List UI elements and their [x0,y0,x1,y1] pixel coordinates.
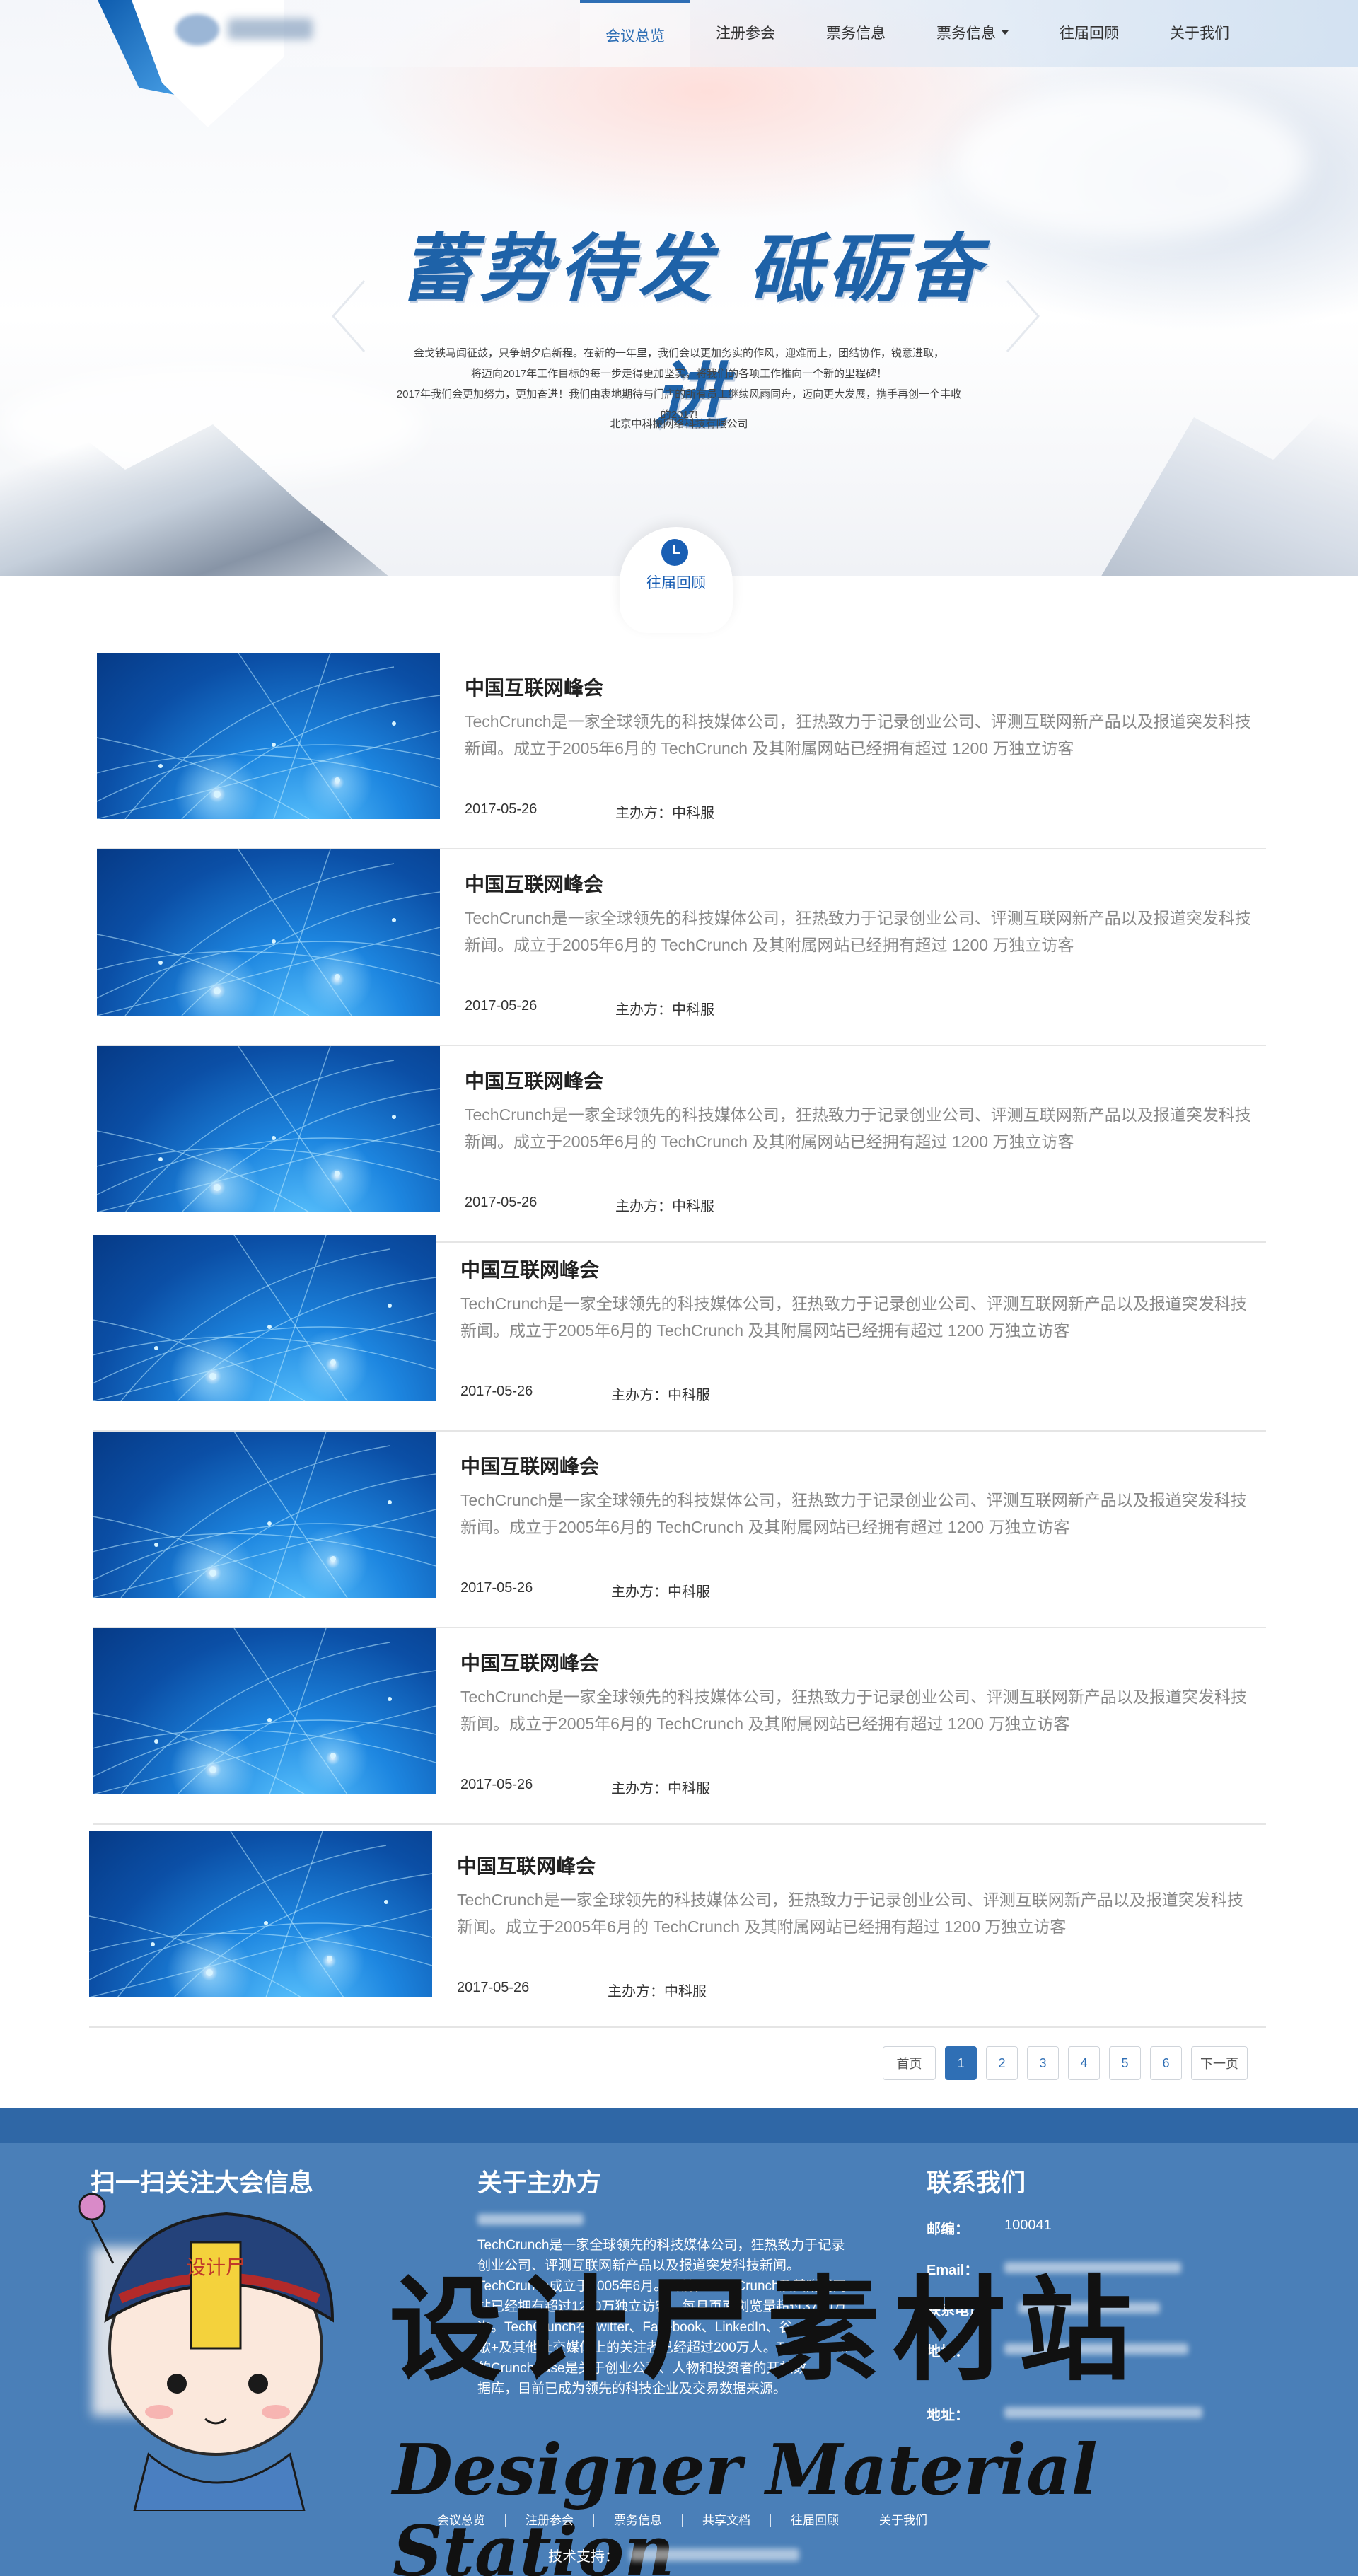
event-date: 2017-05-26 [460,1383,533,1399]
main-nav: 会议总览 注册参会 票务信息 票务信息 往届回顾 关于我们 [580,0,1255,67]
hero-description: 金戈铁马闻征鼓，只争朝夕启新程。在新的一年里，我们会以更加务实的作风，迎难而上，… [396,343,962,425]
pagination-first-button[interactable]: 首页 [883,2046,936,2080]
contact-title: 联系我们 [927,2169,1026,2197]
clock-icon [661,539,688,566]
tech-support-value [629,2548,799,2561]
logo-text[interactable] [228,18,313,40]
event-thumbnail[interactable] [93,1628,436,1794]
pagination: 首页 1 2 3 4 5 6 下一页 [883,2046,1248,2080]
event-organizer: 主办方：中科服 [611,1781,710,1797]
event-description: TechCrunch是一家全球领先的科技媒体公司，狂热致力于记录创业公司、评测互… [465,1106,1251,1151]
event-organizer: 主办方：中科服 [611,1584,710,1600]
watermark-text: 设计尸素材站 [389,2263,1145,2396]
hero-description-line: 金戈铁马闻征鼓，只争朝夕启新程。在新的一年里，我们会以更加务实的作风，迎难而上，… [413,347,944,359]
hero-description-line: 将迈向2017年工作目标的每一步走得更加坚实，将我们的各项工作推向一个新的里程碑… [470,368,888,380]
footer-links: 会议总览 注册参会 票务信息 共享文档 往届回顾 关于我们 [417,2514,947,2527]
logo-ribbon [98,0,284,127]
pagination-page-button[interactable]: 5 [1109,2046,1141,2080]
pagination-page-button[interactable]: 3 [1027,2046,1059,2080]
event-date: 2017-05-26 [460,1580,533,1596]
event-description: TechCrunch是一家全球领先的科技媒体公司，狂热致力于记录创业公司、评测互… [465,712,1251,758]
event-date: 2017-05-26 [465,1195,538,1210]
list-item[interactable]: 中国互联网峰会 TechCrunch是一家全球领先的科技媒体公司，狂热致力于记录创… [97,1046,1266,1243]
event-title[interactable]: 中国互联网峰会 [465,673,603,701]
event-date: 2017-05-26 [465,801,538,817]
watermark-text-en: Designer Material Station [393,2430,1098,2576]
list-item[interactable]: 中国互联网峰会 TechCrunch是一家全球领先的科技媒体公司，狂热致力于记录创… [93,1432,1266,1628]
pagination-next-button[interactable]: 下一页 [1191,2046,1248,2080]
postcode-label: 邮编： [927,2222,969,2237]
event-date: 2017-05-26 [457,1980,530,1995]
footer-link[interactable]: 注册参会 [506,2514,594,2527]
footer-top-band [0,2108,1358,2143]
event-thumbnail[interactable] [97,849,440,1016]
event-organizer: 主办方：中科服 [615,806,714,821]
list-item[interactable]: 中国互联网峰会 TechCrunch是一家全球领先的科技媒体公司，狂热致力于记录创… [93,1628,1266,1825]
pagination-page-button[interactable]: 2 [986,2046,1018,2080]
hero-slogan: 蓄势待发 砥砺奋进 [400,225,987,439]
event-thumbnail[interactable] [89,1831,432,1997]
chevron-left-icon[interactable] [329,277,368,355]
event-description: TechCrunch是一家全球领先的科技媒体公司，狂热致力于记录创业公司、评测互… [460,1294,1247,1340]
logo-icon[interactable] [175,14,219,45]
list-item[interactable]: 中国互联网峰会 TechCrunch是一家全球领先的科技媒体公司，狂热致力于记录创… [97,849,1266,1046]
pagination-page-button[interactable]: 4 [1068,2046,1100,2080]
list-item[interactable]: 中国互联网峰会 TechCrunch是一家全球领先的科技媒体公司，狂热致力于记录创… [97,653,1266,849]
postcode-value: 100041 [1004,2217,1052,2233]
footer-link[interactable]: 会议总览 [417,2514,506,2527]
mascot-badge-text: 设计尸 [186,2256,245,2278]
address-label-2: 地址： [927,2408,969,2423]
event-title[interactable]: 中国互联网峰会 [457,1851,596,1879]
pagination-page-button[interactable]: 1 [945,2046,977,2080]
event-organizer: 主办方：中科服 [615,1002,714,1018]
event-organizer: 主办方：中科服 [615,1199,714,1214]
footer-link[interactable]: 共享文档 [683,2514,771,2527]
event-thumbnail[interactable] [97,653,440,819]
about-title: 关于主办方 [477,2169,602,2197]
footer-link[interactable]: 关于我们 [859,2514,947,2527]
mascot-illustration: 设计尸 [78,2193,335,2511]
nav-item-tickets-dropdown[interactable]: 票务信息 [911,0,1034,65]
caret-down-icon [1002,30,1009,35]
tech-support-label: 技术支持： [548,2549,619,2565]
nav-item-register[interactable]: 注册参会 [690,0,801,65]
event-title[interactable]: 中国互联网峰会 [465,1066,603,1094]
nav-item-about[interactable]: 关于我们 [1144,0,1255,65]
section-badge-label: 往届回顾 [646,575,706,591]
nav-item-overview[interactable]: 会议总览 [580,0,690,67]
event-description: TechCrunch是一家全球领先的科技媒体公司，狂热致力于记录创业公司、评测互… [457,1891,1243,1936]
event-thumbnail[interactable] [97,1046,440,1212]
event-title[interactable]: 中国互联网峰会 [460,1255,599,1283]
chevron-right-icon[interactable] [1003,277,1043,355]
nav-item-review[interactable]: 往届回顾 [1034,0,1144,65]
event-description: TechCrunch是一家全球领先的科技媒体公司，狂热致力于记录创业公司、评测互… [460,1688,1247,1733]
list-item[interactable]: 中国互联网峰会 TechCrunch是一家全球领先的科技媒体公司，狂热致力于记录创… [93,1235,1266,1432]
footer-link[interactable]: 往届回顾 [771,2514,859,2527]
event-date: 2017-05-26 [460,1777,533,1792]
pagination-page-button[interactable]: 6 [1150,2046,1182,2080]
footer-link[interactable]: 票务信息 [594,2514,683,2527]
event-description: TechCrunch是一家全球领先的科技媒体公司，狂热致力于记录创业公司、评测互… [460,1491,1247,1536]
event-thumbnail[interactable] [93,1432,436,1598]
event-thumbnail[interactable] [93,1235,436,1401]
event-organizer: 主办方：中科服 [608,1984,707,2000]
event-title[interactable]: 中国互联网峰会 [460,1451,599,1480]
event-organizer: 主办方：中科服 [611,1388,710,1403]
list-item[interactable]: 中国互联网峰会 TechCrunch是一家全球领先的科技媒体公司，狂热致力于记录创… [89,1831,1266,2028]
event-title[interactable]: 中国互联网峰会 [465,869,603,898]
nav-item-tickets[interactable]: 票务信息 [801,0,911,65]
event-title[interactable]: 中国互联网峰会 [460,1648,599,1676]
event-description: TechCrunch是一家全球领先的科技媒体公司，狂热致力于记录创业公司、评测互… [465,909,1251,954]
hero-signature: 北京中科振网络科技有限公司 [610,418,748,430]
event-date: 2017-05-26 [465,998,538,1014]
